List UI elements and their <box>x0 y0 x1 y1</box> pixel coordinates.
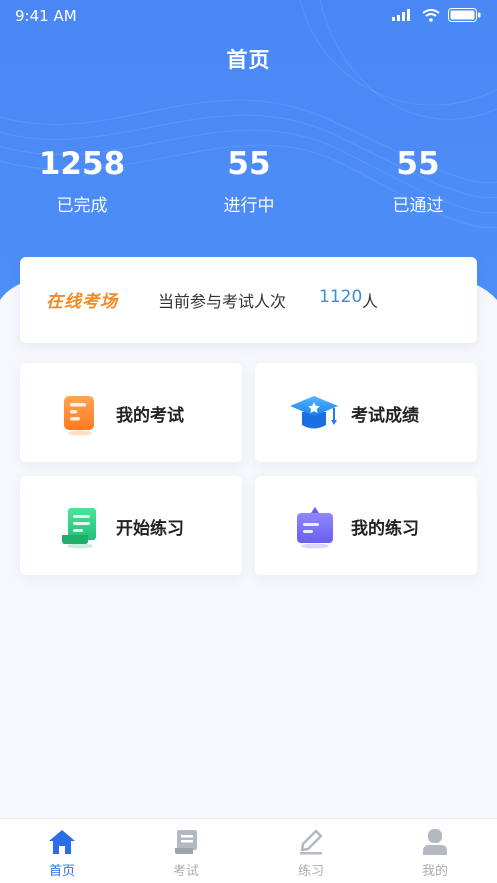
tile-label: 开始练习 <box>116 519 184 539</box>
tab-home[interactable]: 首页 <box>0 819 124 883</box>
stat-value: 55 <box>396 146 440 182</box>
stats-row: 1258 已完成 55 进行中 55 已通过 <box>0 145 497 225</box>
book-icon <box>175 830 197 854</box>
online-exam-desc: 当前参与考试人次 <box>158 292 287 311</box>
tab-profile[interactable]: 我的 <box>373 819 497 883</box>
stat-in-progress: 55 进行中 <box>169 145 329 216</box>
online-exam-tag: 在线考场 <box>46 292 118 312</box>
status-icons <box>392 8 481 22</box>
stat-label: 已完成 <box>56 196 108 216</box>
tile-my-practice[interactable]: 我的练习 <box>255 476 477 575</box>
scroll-icon <box>62 508 96 549</box>
home-icon <box>49 830 75 854</box>
tab-label: 练习 <box>297 864 324 879</box>
tile-exam-results[interactable]: 考试成绩 <box>255 363 477 462</box>
stat-completed: 1258 已完成 <box>2 145 162 216</box>
wifi-icon <box>422 8 440 22</box>
stat-passed: 55 已通过 <box>338 145 497 216</box>
signal-icon <box>392 9 410 21</box>
clipboard-icon <box>297 507 333 549</box>
tab-label: 首页 <box>48 864 75 879</box>
tile-start-practice[interactable]: 开始练习 <box>20 476 242 575</box>
tab-practice[interactable]: 练习 <box>249 819 373 883</box>
document-icon <box>64 396 94 436</box>
online-exam-count: 1120 <box>319 287 363 307</box>
user-icon <box>423 829 447 855</box>
tile-my-exams[interactable]: 我的考试 <box>20 363 242 462</box>
tile-label: 我的考试 <box>116 406 184 426</box>
pencil-icon <box>300 829 323 855</box>
stat-value: 1258 <box>38 146 126 182</box>
online-exam-unit: 人 <box>362 292 379 311</box>
tile-label: 我的练习 <box>351 519 419 539</box>
tab-label: 我的 <box>421 864 448 879</box>
online-exam-card[interactable]: 在线考场 当前参与考试人次 1120 人 <box>20 257 477 343</box>
status-bar: 9:41 AM <box>0 0 497 32</box>
bottom-tab-bar: 首页 考试 练习 我的 <box>0 818 497 883</box>
stat-label: 已通过 <box>392 196 444 216</box>
page-title: 首页 <box>226 48 271 72</box>
status-time: 9:41 AM <box>15 7 77 25</box>
battery-icon <box>448 8 481 22</box>
graduation-cap-icon <box>290 396 338 429</box>
tile-label: 考试成绩 <box>351 406 419 426</box>
tab-exams[interactable]: 考试 <box>124 819 248 883</box>
tab-label: 考试 <box>172 864 199 879</box>
stat-value: 55 <box>227 146 271 182</box>
stat-label: 进行中 <box>223 196 275 216</box>
